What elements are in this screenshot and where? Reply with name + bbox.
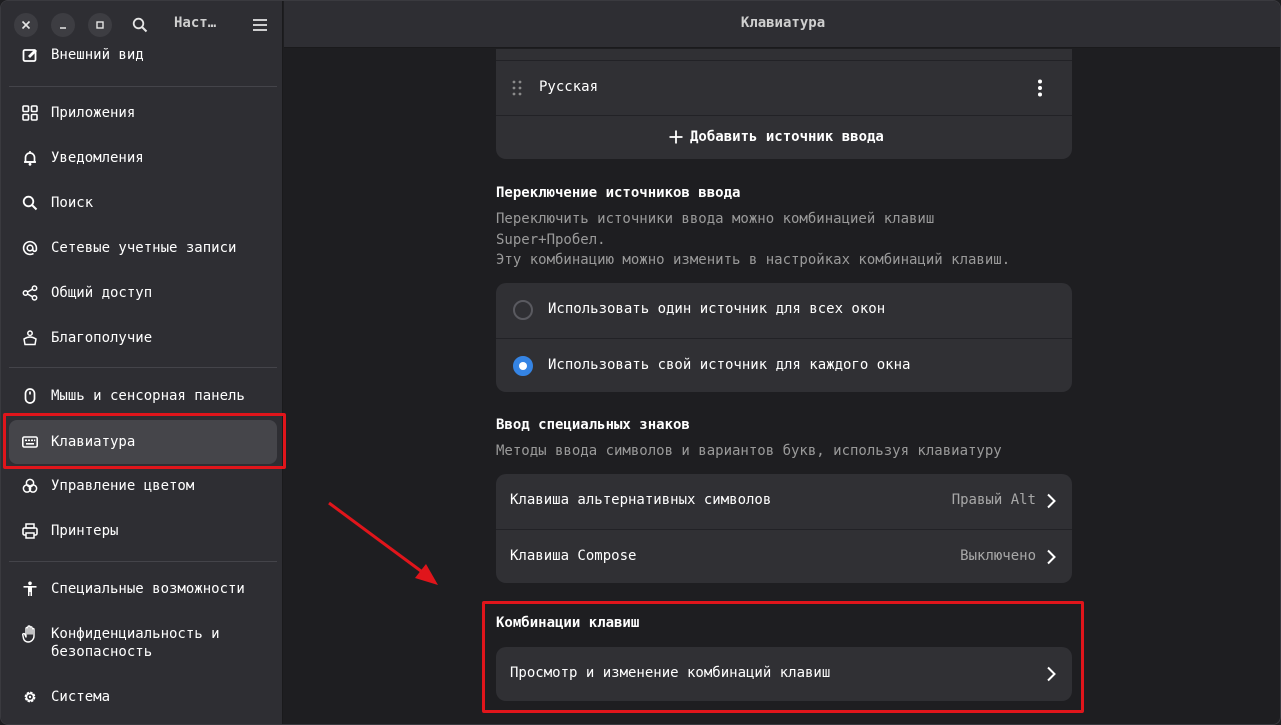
hand-icon bbox=[21, 625, 39, 643]
option-per-window[interactable]: Использовать свой источник для каждого о… bbox=[496, 338, 1072, 392]
sidebar-item-label: Конфиденциальность и безопасность bbox=[51, 626, 220, 660]
drag-handle-icon[interactable] bbox=[512, 80, 522, 100]
wellbeing-icon bbox=[21, 329, 39, 347]
highlight-box-sidebar bbox=[3, 413, 286, 469]
sidebar-item-apps[interactable]: Приложения bbox=[9, 101, 277, 125]
sidebar-item-label: Сетевые учетные записи bbox=[51, 240, 237, 256]
sidebar-item-label: Приложения bbox=[51, 105, 136, 121]
sidebar-header: Наст… bbox=[1, 1, 282, 48]
sidebar-item-accessibility[interactable]: Специальные возможности bbox=[9, 577, 277, 601]
radio-single-source[interactable] bbox=[513, 300, 533, 320]
chevron-right-icon bbox=[1047, 549, 1056, 565]
add-input-source-label: Добавить источник ввода bbox=[690, 129, 884, 145]
switching-options-card: Использовать один источник для всех окон… bbox=[496, 283, 1072, 392]
row-value: Правый Alt bbox=[951, 492, 1036, 508]
sidebar-item-label: Уведомления bbox=[51, 150, 144, 166]
apps-icon bbox=[21, 104, 39, 122]
gear-icon bbox=[21, 688, 39, 706]
sidebar-separator bbox=[9, 367, 277, 368]
sidebar-item-online-accounts[interactable]: Сетевые учетные записи bbox=[9, 236, 277, 260]
sidebar-item-privacy[interactable]: Конфиденциальность и безопасность bbox=[9, 622, 277, 664]
page-title: Клавиатура bbox=[740, 15, 826, 31]
at-icon bbox=[21, 239, 39, 257]
more-options-button[interactable] bbox=[1037, 79, 1043, 101]
special-description: Методы ввода символов и вариантов букв, … bbox=[496, 443, 1002, 459]
sidebar-item-search[interactable]: Поиск bbox=[9, 191, 277, 215]
sidebar-title: Наст… bbox=[174, 15, 217, 31]
printer-icon bbox=[21, 522, 39, 540]
maximize-icon bbox=[96, 21, 104, 29]
sidebar-item-appearance[interactable]: Внешний вид bbox=[9, 46, 277, 64]
sidebar-item-label: Система bbox=[51, 689, 111, 705]
mouse-icon bbox=[21, 387, 39, 405]
close-button[interactable] bbox=[14, 13, 38, 37]
search-button[interactable] bbox=[129, 14, 151, 36]
search-icon bbox=[132, 17, 148, 33]
input-source-name: Русская bbox=[539, 79, 599, 95]
sidebar-separator bbox=[9, 561, 277, 562]
sidebar-separator bbox=[9, 86, 277, 87]
appearance-icon bbox=[21, 46, 39, 64]
share-icon bbox=[21, 284, 39, 302]
sidebar-item-label: Общий доступ bbox=[51, 285, 153, 301]
option-label: Использовать свой источник для каждого о… bbox=[548, 357, 911, 373]
search-icon bbox=[21, 194, 39, 212]
settings-window: Внешний вид Приложения Уведомления Поиск bbox=[0, 0, 1281, 725]
color-icon bbox=[21, 477, 39, 495]
sidebar-item-printers[interactable]: Принтеры bbox=[9, 519, 277, 543]
close-icon bbox=[21, 20, 31, 30]
sidebar: Внешний вид Приложения Уведомления Поиск bbox=[1, 1, 283, 724]
sidebar-item-mouse[interactable]: Мышь и сенсорная панель bbox=[9, 384, 277, 408]
sidebar-item-sharing[interactable]: Общий доступ bbox=[9, 281, 277, 305]
add-input-source-button[interactable]: Добавить источник ввода bbox=[496, 115, 1072, 159]
compose-key-row[interactable]: Клавиша Compose Выключено bbox=[496, 529, 1072, 583]
hamburger-icon bbox=[253, 19, 267, 31]
minimize-button[interactable] bbox=[51, 13, 75, 37]
row-value: Выключено bbox=[960, 548, 1036, 564]
sidebar-item-label: Мышь и сенсорная панель bbox=[51, 388, 245, 404]
sidebar-item-label: Управление цветом bbox=[51, 478, 195, 494]
input-sources-card: Русская Добавить источник ввода bbox=[496, 49, 1072, 159]
highlight-box-shortcuts bbox=[482, 601, 1084, 713]
sidebar-item-label: Благополучие bbox=[51, 330, 153, 346]
sidebar-item-system[interactable]: Система bbox=[9, 685, 277, 709]
sidebar-item-label: Принтеры bbox=[51, 523, 119, 539]
main-header: Клавиатура bbox=[284, 1, 1280, 48]
special-keys-card: Клавиша альтернативных символов Правый A… bbox=[496, 474, 1072, 583]
switching-description: Переключить источники ввода можно комбин… bbox=[496, 211, 1011, 268]
sidebar-item-label: Внешний вид bbox=[51, 47, 144, 63]
minimize-icon bbox=[60, 27, 66, 29]
row-label: Клавиша Compose bbox=[510, 548, 637, 564]
chevron-right-icon bbox=[1047, 493, 1056, 509]
sidebar-item-label: Специальные возможности bbox=[51, 581, 245, 597]
bell-icon bbox=[21, 149, 39, 167]
radio-per-window[interactable] bbox=[513, 356, 533, 376]
row-label: Клавиша альтернативных символов bbox=[510, 492, 772, 508]
accessibility-icon bbox=[21, 580, 39, 598]
sidebar-item-notifications[interactable]: Уведомления bbox=[9, 146, 277, 170]
switching-title: Переключение источников ввода bbox=[496, 185, 741, 201]
input-source-row[interactable]: Русская bbox=[496, 60, 1072, 115]
kebab-icon bbox=[1038, 79, 1042, 97]
alternate-chars-key-row[interactable]: Клавиша альтернативных символов Правый A… bbox=[496, 474, 1072, 529]
special-title: Ввод специальных знаков bbox=[496, 417, 690, 433]
plus-icon bbox=[669, 130, 683, 148]
option-label: Использовать один источник для всех окон bbox=[548, 301, 886, 317]
maximize-button[interactable] bbox=[88, 13, 112, 37]
sidebar-item-label: Поиск bbox=[51, 195, 94, 211]
menu-button[interactable] bbox=[249, 14, 271, 36]
sidebar-item-color[interactable]: Управление цветом bbox=[9, 474, 277, 498]
option-single-source[interactable]: Использовать один источник для всех окон bbox=[496, 283, 1072, 338]
sidebar-item-wellbeing[interactable]: Благополучие bbox=[9, 326, 277, 350]
